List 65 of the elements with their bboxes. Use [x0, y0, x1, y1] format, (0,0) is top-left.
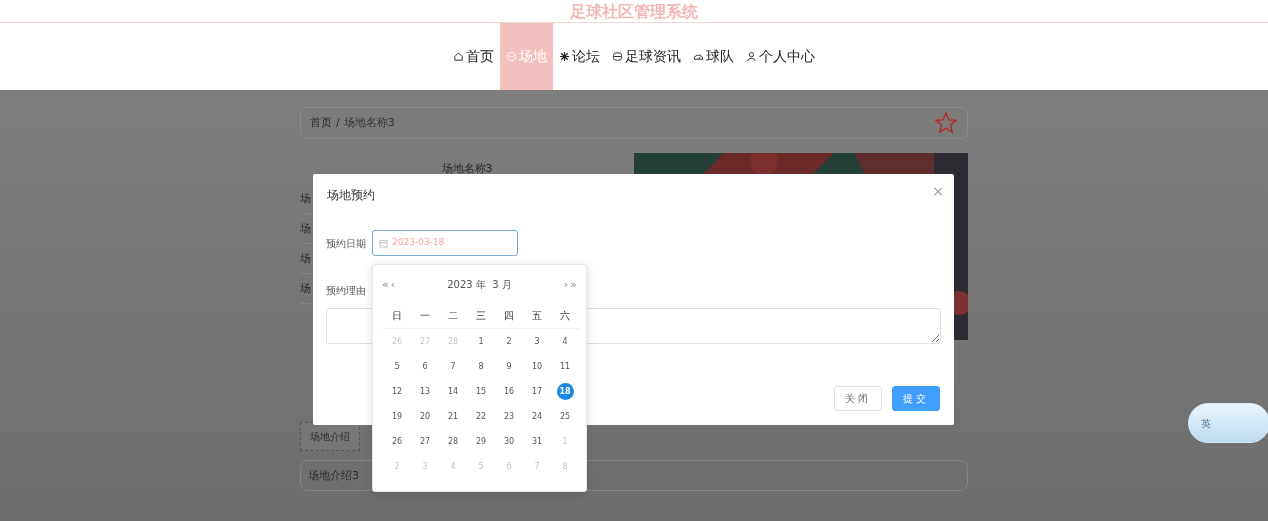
calendar-day[interactable]: 11 — [556, 358, 574, 375]
breadcrumb-current: 场地名称3 — [343, 114, 395, 131]
calendar-day[interactable]: 24 — [528, 408, 546, 425]
previous-year-button[interactable]: « — [381, 278, 390, 290]
previous-month-button[interactable]: ‹ — [389, 278, 397, 290]
calendar-day[interactable]: 7 — [444, 358, 462, 375]
calendar-day[interactable]: 15 — [472, 383, 490, 400]
weekday-label: 二 — [439, 303, 467, 329]
calendar-day[interactable]: 28 — [444, 433, 462, 450]
dialog-title: 场地预约 — [327, 187, 375, 204]
weekday-label: 三 — [467, 303, 495, 329]
calendar-day[interactable]: 25 — [556, 408, 574, 425]
field-label: 预约理由 — [326, 284, 366, 298]
person-icon — [746, 51, 757, 62]
calendar-day[interactable]: 14 — [444, 383, 462, 400]
calendar-day[interactable]: 10 — [528, 358, 546, 375]
weekday-label: 四 — [495, 303, 523, 329]
calendar-day[interactable]: 9 — [500, 358, 518, 375]
nav-tab[interactable]: 论坛 — [553, 23, 606, 90]
nav-tab[interactable]: 首页 — [447, 23, 500, 90]
calendar-day[interactable]: 2 — [500, 333, 518, 350]
calendar-day[interactable]: 31 — [528, 433, 546, 450]
month-title: 2023 年 3 月 — [446, 277, 513, 292]
calendar-day[interactable]: 23 — [500, 408, 518, 425]
ime-widget[interactable]: 英 — [1188, 403, 1268, 443]
calendar-icon — [379, 238, 388, 248]
site-title: 足球社区管理系统 — [570, 2, 698, 21]
weekday-label: 日 — [383, 303, 411, 329]
calendar-day[interactable]: 22 — [472, 408, 490, 425]
calendar-day[interactable]: 19 — [388, 408, 406, 425]
gauge-icon — [693, 51, 704, 62]
next-year-button[interactable]: » — [569, 278, 578, 290]
calendar-day[interactable]: 20 — [416, 408, 434, 425]
calendar-day[interactable]: 12 — [388, 383, 406, 400]
nav-tab[interactable]: 球队 — [687, 23, 740, 90]
calendar-day[interactable]: 1 — [472, 333, 490, 350]
weekday-label: 一 — [411, 303, 439, 329]
calendar-day[interactable]: 4 — [556, 333, 574, 350]
weekday-label: 六 — [551, 303, 579, 329]
calendar-day[interactable]: 8 — [472, 358, 490, 375]
calendar-day[interactable]: 21 — [444, 408, 462, 425]
snowflake-icon — [559, 51, 570, 62]
breadcrumb-separator: / — [336, 114, 340, 131]
star-icon[interactable] — [934, 111, 958, 135]
next-month-button[interactable]: › — [562, 278, 570, 290]
calendar-day[interactable]: 17 — [528, 383, 546, 400]
close-button[interactable]: 关闭 — [834, 386, 882, 411]
calendar-day[interactable]: 6 — [416, 358, 434, 375]
ime-mode-label: 英 — [1201, 416, 1211, 431]
calendar-day[interactable]: 5 — [388, 358, 406, 375]
calendar-day[interactable]: 18 — [556, 383, 574, 400]
nav-tab[interactable]: 足球资讯 — [606, 23, 687, 90]
venue-title: 场地名称3 — [440, 161, 494, 177]
breadcrumb-link[interactable]: 首页 — [310, 114, 332, 132]
field-label: 预约日期 — [326, 237, 366, 251]
calendar-day[interactable]: 27 — [416, 433, 434, 450]
nav-tab[interactable]: 个人中心 — [740, 23, 821, 90]
calendar-day[interactable]: 30 — [500, 433, 518, 450]
calendar-day[interactable]: 26 — [388, 433, 406, 450]
calendar-day[interactable]: 13 — [416, 383, 434, 400]
calendar-day[interactable]: 3 — [528, 333, 546, 350]
calendar-day[interactable]: 16 — [500, 383, 518, 400]
calendar-day[interactable]: 29 — [472, 433, 490, 450]
home-icon — [453, 51, 464, 62]
weekday-label: 五 — [523, 303, 551, 329]
